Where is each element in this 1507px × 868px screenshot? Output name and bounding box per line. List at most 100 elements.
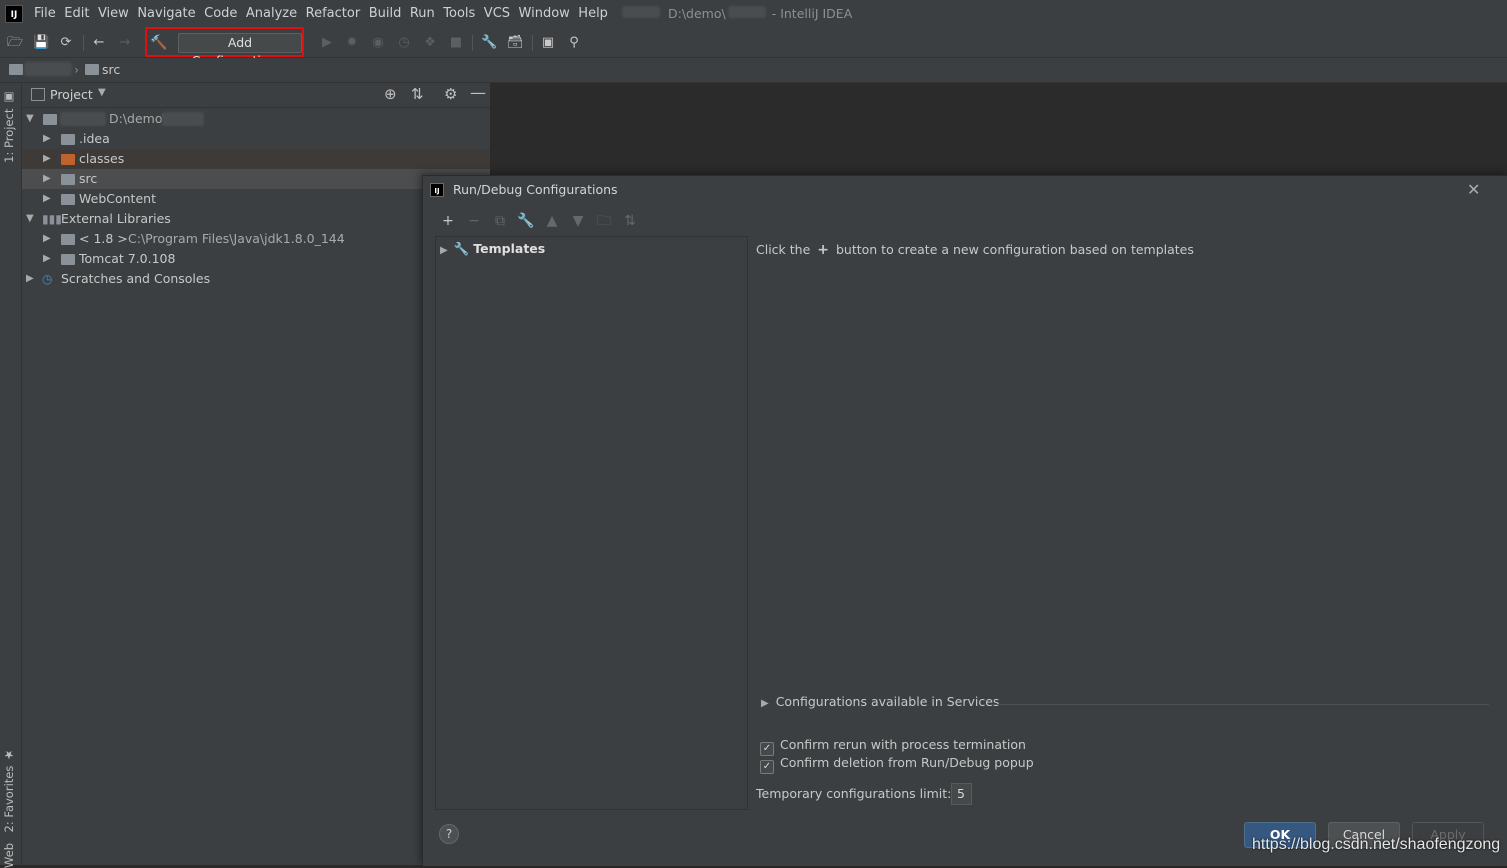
- confirm-deletion-checkbox[interactable]: ✓: [760, 760, 774, 774]
- confirm-deletion-label: Confirm deletion from Run/Debug popup: [780, 755, 1034, 770]
- coverage-icon[interactable]: ◉: [370, 35, 386, 51]
- tree-row-templates[interactable]: ▶ 🔧 Templates: [440, 239, 545, 259]
- collapsed-arrow-icon[interactable]: ▶: [440, 245, 448, 256]
- temp-limit-label: Temporary configurations limit:: [756, 786, 952, 801]
- folder-icon: [61, 134, 75, 145]
- move-up-icon[interactable]: ▲: [543, 212, 561, 230]
- menu-tools[interactable]: Tools: [443, 6, 482, 21]
- add-icon[interactable]: +: [439, 212, 457, 230]
- menu-code[interactable]: Code: [204, 6, 244, 21]
- menu-file[interactable]: File: [34, 6, 62, 21]
- tree-row-external-libraries[interactable]: ▼ ▮▮▮ External Libraries: [22, 209, 490, 229]
- library-folder-icon: [61, 254, 75, 265]
- help-button[interactable]: ?: [439, 824, 459, 844]
- menu-build[interactable]: Build: [369, 6, 408, 21]
- tree-row-idea[interactable]: ▶ .idea: [22, 129, 490, 149]
- run-icon[interactable]: ▶: [319, 35, 335, 51]
- menu-analyze[interactable]: Analyze: [246, 6, 304, 21]
- tab-favorites[interactable]: 2: Favorites ★: [2, 748, 16, 832]
- gear-icon[interactable]: ⚙: [444, 85, 457, 103]
- debug-icon[interactable]: ✹: [344, 35, 360, 51]
- copy-icon[interactable]: ⧉: [491, 212, 509, 230]
- plus-icon: +: [817, 242, 829, 258]
- tree-row-webcontent[interactable]: ▶ WebContent: [22, 189, 490, 209]
- remove-icon[interactable]: −: [465, 212, 483, 230]
- redacted-folder-name: [727, 6, 766, 18]
- menu-vcs[interactable]: VCS: [484, 6, 517, 21]
- collapsed-arrow-icon[interactable]: ▶: [43, 129, 51, 149]
- src-folder-icon: [85, 64, 99, 75]
- menu-edit[interactable]: Edit: [64, 6, 96, 21]
- tree-row-tomcat[interactable]: ▶ Tomcat 7.0.108: [22, 249, 490, 269]
- wrench-settings-icon[interactable]: 🔧: [481, 35, 497, 51]
- build-hammer-icon[interactable]: 🔨: [150, 35, 167, 51]
- move-down-icon[interactable]: ▼: [569, 212, 587, 230]
- collapsed-arrow-icon[interactable]: ▶: [43, 249, 51, 269]
- web-folder-icon: [61, 194, 75, 205]
- dialog-title: Run/Debug Configurations: [453, 182, 618, 197]
- save-icon[interactable]: 💾: [33, 35, 49, 51]
- menu-view[interactable]: View: [98, 6, 135, 21]
- menu-help[interactable]: Help: [578, 6, 614, 21]
- tree-detail: C:\Program Files\Java\jdk1.8.0_144: [128, 231, 345, 246]
- tree-row-scratches[interactable]: ▶ ◷ Scratches and Consoles: [22, 269, 490, 289]
- confirm-deletion-checkbox-row[interactable]: ✓ Confirm deletion from Run/Debug popup: [760, 754, 1034, 774]
- breadcrumb-separator: ›: [74, 62, 79, 77]
- tab-project[interactable]: 1: Project ▣: [2, 91, 16, 163]
- sync-icon[interactable]: ⟳: [58, 35, 74, 51]
- attach-icon[interactable]: ❖: [422, 35, 438, 51]
- collapsed-arrow-icon[interactable]: ▶: [43, 229, 51, 249]
- project-view-title[interactable]: Project: [50, 87, 93, 102]
- breadcrumb-src[interactable]: src: [102, 62, 120, 77]
- tree-label: src: [79, 171, 98, 186]
- redacted-project-name: [24, 62, 72, 76]
- terminal-icon[interactable]: ▣: [540, 35, 556, 51]
- project-structure-icon[interactable]: 🗃: [507, 35, 524, 51]
- hint-text: Click the + button to create a new confi…: [756, 242, 1194, 258]
- collapse-all-icon[interactable]: ⇅: [411, 85, 424, 103]
- menu-run[interactable]: Run: [410, 6, 441, 21]
- back-arrow-icon[interactable]: ←: [91, 35, 107, 51]
- tree-row-project-root[interactable]: ▼ D:\demo\: [22, 109, 490, 129]
- menu-refactor[interactable]: Refactor: [306, 6, 367, 21]
- locate-icon[interactable]: ⊕: [384, 85, 397, 103]
- menu-bar: IJ File Edit View Navigate Code Analyze …: [0, 0, 1507, 30]
- watermark: https://blog.csdn.net/shaofengzong: [1252, 836, 1501, 853]
- tab-web[interactable]: Web: [2, 843, 16, 868]
- minimize-icon[interactable]: —: [470, 83, 486, 102]
- stop-icon[interactable]: ■: [448, 35, 464, 51]
- tree-row-classes[interactable]: ▶ classes: [22, 149, 490, 169]
- folder-add-icon[interactable]: 🗀: [595, 212, 613, 230]
- sort-icon[interactable]: ⇅: [621, 212, 639, 230]
- collapsed-arrow-icon[interactable]: ▶: [761, 698, 769, 709]
- services-label: Configurations available in Services: [775, 694, 1000, 709]
- configuration-details-pane: Click the + button to create a new confi…: [756, 236, 1507, 810]
- temp-limit-input[interactable]: 5: [951, 783, 972, 805]
- collapsed-arrow-icon[interactable]: ▶: [43, 189, 51, 209]
- tab-project-label: 1: Project: [2, 108, 16, 163]
- collapsed-arrow-icon[interactable]: ▶: [43, 149, 51, 169]
- jdk-folder-icon: [61, 234, 75, 245]
- excluded-folder-icon: [61, 154, 75, 165]
- menu-window[interactable]: Window: [519, 6, 577, 21]
- tree-row-src[interactable]: ▶ src: [22, 169, 490, 189]
- open-folder-icon[interactable]: 🗁: [7, 35, 23, 51]
- services-section[interactable]: ▶ Configurations available in Services: [761, 694, 1489, 714]
- expanded-arrow-icon[interactable]: ▼: [26, 209, 34, 229]
- search-icon[interactable]: ⚲: [566, 35, 582, 51]
- tree-label: Tomcat 7.0.108: [79, 251, 176, 266]
- collapsed-arrow-icon[interactable]: ▶: [26, 269, 34, 289]
- close-icon[interactable]: ✕: [1467, 180, 1480, 199]
- menu-navigate[interactable]: Navigate: [137, 6, 202, 21]
- collapsed-arrow-icon[interactable]: ▶: [43, 169, 51, 189]
- confirm-rerun-checkbox-row[interactable]: ✓ Confirm rerun with process termination: [760, 736, 1026, 756]
- chevron-down-icon[interactable]: ▼: [98, 87, 106, 98]
- profile-icon[interactable]: ◷: [396, 35, 412, 51]
- intellij-logo-icon: IJ: [5, 5, 23, 23]
- tree-row-jdk[interactable]: ▶ < 1.8 > C:\Program Files\Java\jdk1.8.0…: [22, 229, 490, 249]
- wrench-icon[interactable]: 🔧: [517, 212, 535, 230]
- window-title-app: - IntelliJ IDEA: [771, 6, 853, 21]
- expanded-arrow-icon[interactable]: ▼: [26, 109, 34, 129]
- add-configuration-button[interactable]: Add Configuration...: [178, 33, 302, 68]
- forward-arrow-icon[interactable]: →: [117, 35, 133, 51]
